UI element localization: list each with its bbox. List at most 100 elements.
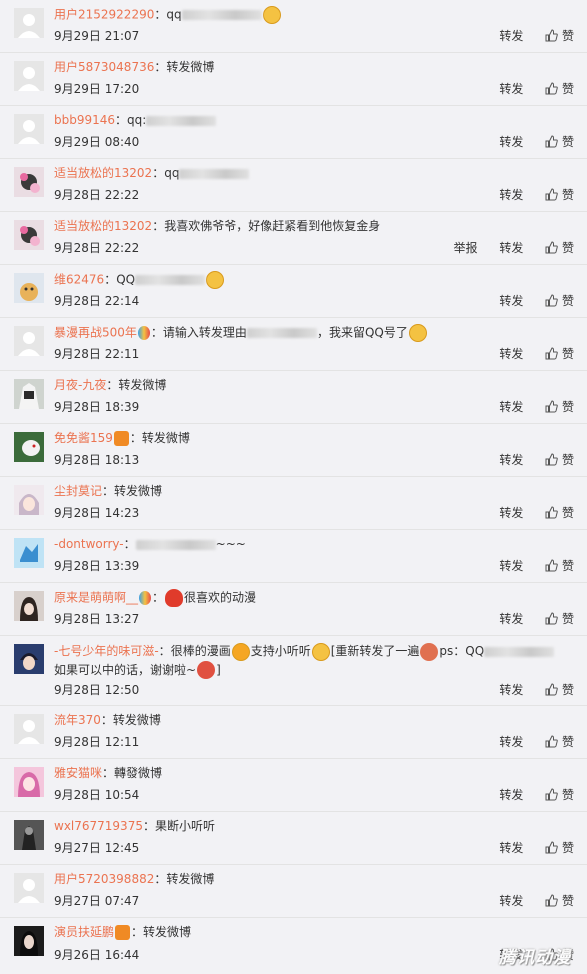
avatar[interactable]	[14, 379, 44, 409]
avatar[interactable]	[14, 61, 44, 91]
username-link[interactable]: 原来是萌萌啊__	[54, 591, 138, 605]
like-button[interactable]: 赞	[545, 788, 574, 802]
like-label: 赞	[561, 894, 574, 908]
comment-text: qq	[166, 7, 182, 22]
avatar[interactable]	[14, 538, 44, 568]
like-button[interactable]: 赞	[545, 294, 574, 308]
username-link[interactable]: 暴漫再战500年	[54, 326, 137, 340]
comment-text: 轉發微博	[114, 766, 163, 780]
comment-text: 转发微博	[114, 484, 163, 498]
comment-row: wxl767719375：果断小听听 9月27日 12:45 转发 赞	[0, 812, 587, 865]
like-button[interactable]: 赞	[545, 188, 574, 202]
username-link[interactable]: 维62476	[54, 273, 104, 287]
forward-button[interactable]: 转发	[499, 683, 523, 697]
forward-button[interactable]: 转发	[499, 188, 523, 202]
forward-button[interactable]: 转发	[499, 347, 523, 361]
forward-button[interactable]: 转发	[499, 506, 523, 520]
like-button[interactable]: 赞	[545, 683, 574, 697]
like-button[interactable]: 赞	[545, 135, 574, 149]
avatar[interactable]	[14, 114, 44, 144]
forward-button[interactable]: 转发	[499, 894, 523, 908]
forward-button[interactable]: 转发	[499, 29, 523, 43]
cat-emoji-icon	[408, 324, 427, 342]
avatar[interactable]	[14, 644, 44, 674]
username-link[interactable]: 适当放松的13202	[54, 219, 152, 233]
forward-button[interactable]: 转发	[499, 788, 523, 802]
separator: ：	[131, 925, 144, 939]
like-button[interactable]: 赞	[545, 453, 574, 467]
like-button[interactable]: 赞	[545, 241, 574, 255]
timestamp: 9月28日 14:23	[54, 506, 140, 520]
forward-button[interactable]: 转发	[499, 400, 523, 414]
forward-button[interactable]: 转发	[499, 559, 523, 573]
avatar[interactable]	[14, 485, 44, 515]
like-button[interactable]: 赞	[545, 82, 574, 96]
forward-button[interactable]: 转发	[499, 841, 523, 855]
forward-button[interactable]: 转发	[499, 241, 523, 255]
blurred-text	[181, 10, 262, 20]
like-label: 赞	[561, 788, 574, 802]
username-link[interactable]: 免免酱159	[54, 431, 113, 445]
avatar[interactable]	[14, 273, 44, 303]
avatar[interactable]	[14, 326, 44, 356]
username-link[interactable]: wxl767719375	[54, 819, 143, 833]
avatar[interactable]	[14, 767, 44, 797]
like-label: 赞	[561, 453, 574, 467]
avatar[interactable]	[14, 714, 44, 744]
username-link[interactable]: 尘封莫记	[54, 484, 102, 498]
like-button[interactable]: 赞	[545, 841, 574, 855]
thumbs-up-icon	[545, 788, 558, 801]
separator: ：	[152, 219, 165, 233]
forward-button[interactable]: 转发	[499, 612, 523, 626]
like-button[interactable]: 赞	[545, 506, 574, 520]
forward-button[interactable]: 转发	[499, 135, 523, 149]
separator: ：	[115, 113, 128, 127]
avatar[interactable]	[14, 591, 44, 621]
comment-content: 演员扶延鹏 ：转发微博	[54, 924, 567, 940]
username-link[interactable]: 流年370	[54, 713, 101, 727]
comment-row: 用户2152922290：qq 9月29日 21:07 转发 赞	[0, 0, 587, 53]
username-link[interactable]: -七号少年的味可滋-	[54, 644, 159, 658]
forward-button[interactable]: 转发	[499, 453, 523, 467]
like-button[interactable]: 赞	[545, 612, 574, 626]
like-label: 赞	[561, 82, 574, 96]
blurred-text	[135, 275, 206, 285]
username-link[interactable]: 适当放松的13202	[54, 166, 152, 180]
avatar[interactable]	[14, 432, 44, 462]
like-button[interactable]: 赞	[545, 29, 574, 43]
avatar[interactable]	[14, 873, 44, 903]
forward-button[interactable]: 转发	[499, 735, 523, 749]
like-label: 赞	[561, 612, 574, 626]
comment-text: 转发微博	[141, 431, 190, 445]
like-button[interactable]: 赞	[545, 400, 574, 414]
username-link[interactable]: 用户5720398882	[54, 872, 154, 886]
separator: ：	[150, 325, 163, 340]
like-label: 赞	[561, 559, 574, 573]
timestamp: 9月28日 12:11	[54, 735, 140, 749]
like-label: 赞	[561, 735, 574, 749]
avatar[interactable]	[14, 820, 44, 850]
avatar[interactable]	[14, 220, 44, 250]
like-button[interactable]: 赞	[545, 347, 574, 361]
avatar[interactable]	[14, 8, 44, 38]
bowing-emoji-icon	[420, 642, 439, 661]
comment-row: 免免酱159 ：转发微博 9月28日 18:13 转发 赞	[0, 424, 587, 477]
avatar[interactable]	[14, 167, 44, 197]
thumbs-up-icon	[545, 241, 558, 254]
like-button[interactable]: 赞	[545, 559, 574, 573]
username-link[interactable]: 雅安猫咪	[54, 766, 102, 780]
comment-actions: 转发 赞	[481, 29, 574, 43]
like-button[interactable]: 赞	[545, 894, 574, 908]
username-link[interactable]: 月夜-九夜	[54, 378, 106, 392]
username-link[interactable]: 演员扶延鹏	[54, 925, 114, 939]
report-button[interactable]: 举报	[453, 241, 477, 255]
username-link[interactable]: 用户2152922290	[54, 8, 154, 22]
username-link[interactable]: -dontworry-	[54, 537, 124, 551]
username-link[interactable]: 用户5873048736	[54, 60, 154, 74]
comment-content: 尘封莫记：转发微博	[54, 483, 567, 499]
forward-button[interactable]: 转发	[499, 82, 523, 96]
avatar[interactable]	[14, 926, 44, 956]
forward-button[interactable]: 转发	[499, 294, 523, 308]
username-link[interactable]: bbb99146	[54, 113, 115, 127]
like-button[interactable]: 赞	[545, 735, 574, 749]
